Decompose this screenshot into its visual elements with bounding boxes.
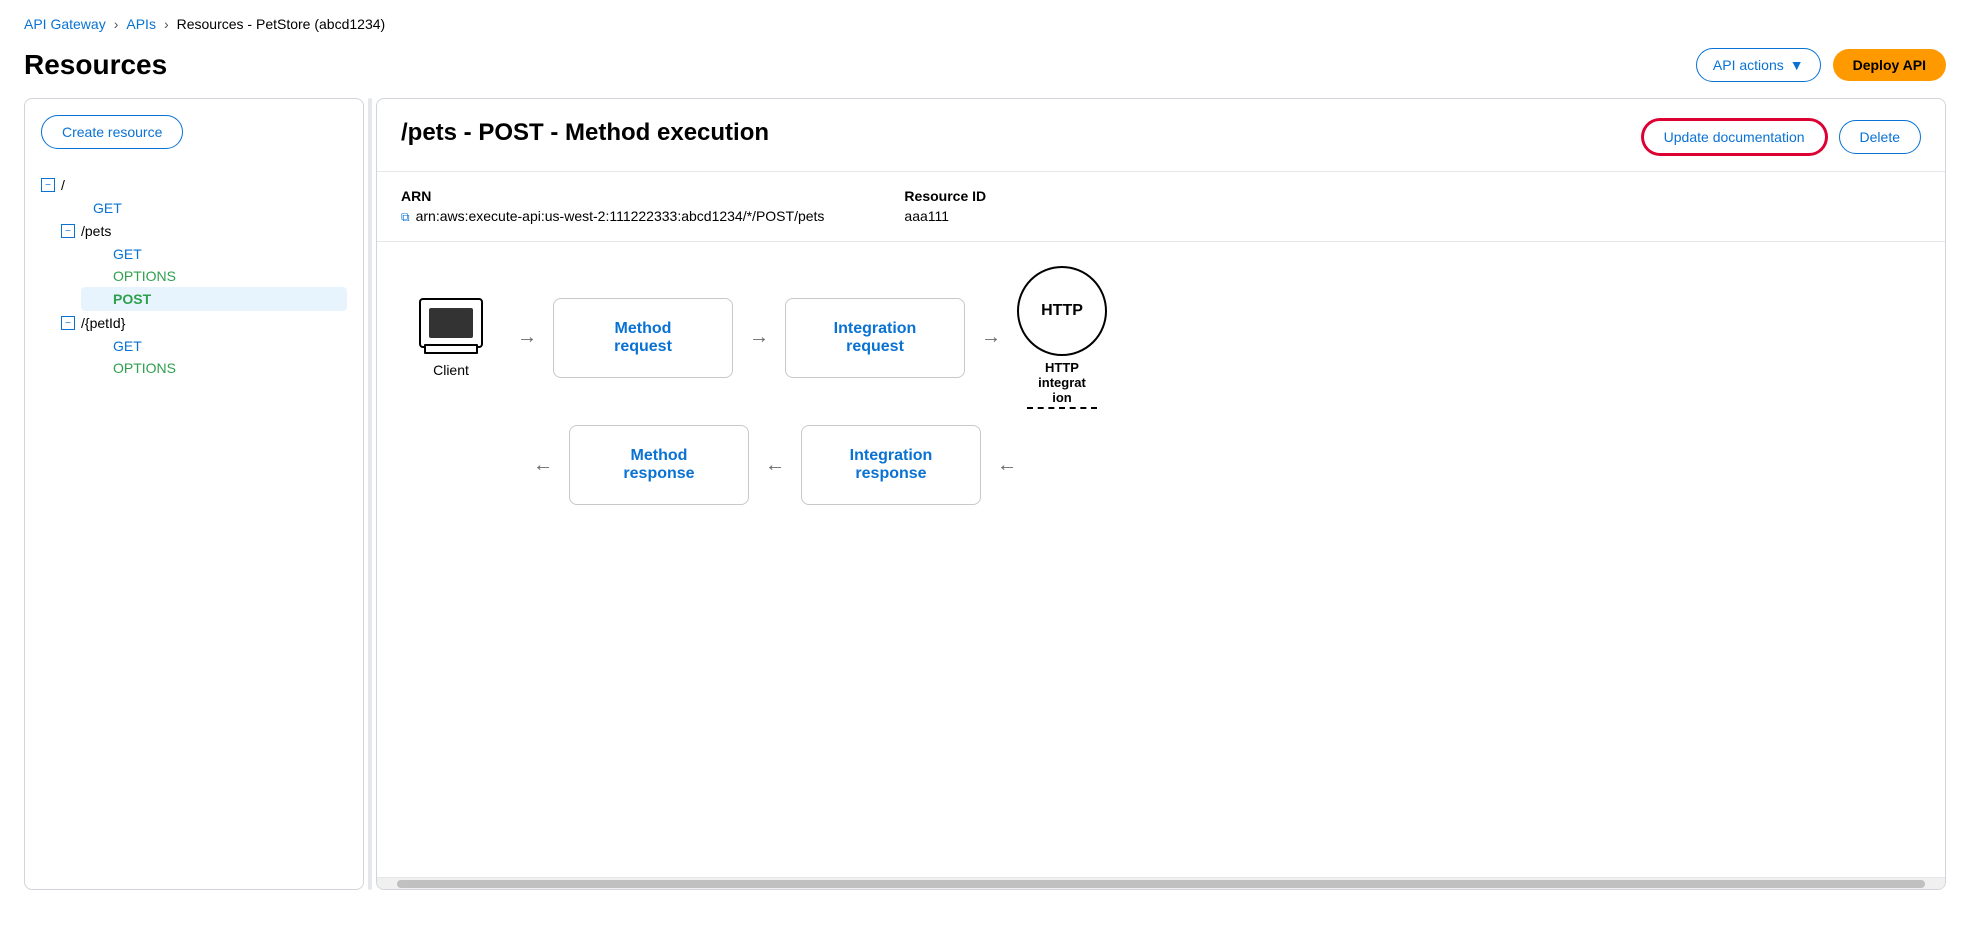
arrow-method-resp-left: ← — [533, 454, 553, 477]
arn-group: ARN ⧉ arn:aws:execute-api:us-west-2:1112… — [401, 188, 824, 225]
content-area: /pets - POST - Method execution Update d… — [376, 98, 1946, 890]
tree-label-pets: /pets — [81, 223, 111, 239]
tree-collapse-pets-icon: − — [61, 224, 75, 238]
page-title: Resources — [24, 49, 167, 81]
breadcrumb-sep-2: › — [164, 16, 169, 32]
main-layout: Create resource − / GET − /pets GET OPTI… — [0, 98, 1970, 914]
http-label: HTTP — [1041, 302, 1083, 320]
integration-response-box[interactable]: Integrationresponse — [801, 425, 981, 505]
arn-value: arn:aws:execute-api:us-west-2:111222333:… — [416, 208, 825, 224]
arrow-integration-req-to-http: → — [981, 326, 1001, 349]
update-documentation-button[interactable]: Update documentation — [1642, 119, 1827, 155]
method-response-label[interactable]: Methodresponse — [611, 435, 706, 495]
breadcrumb-api-gateway[interactable]: API Gateway — [24, 16, 106, 32]
tree-item-petid[interactable]: − /{petId} — [61, 311, 347, 335]
client-screen — [429, 308, 473, 338]
api-actions-button[interactable]: API actions ▼ — [1696, 48, 1821, 82]
tree-label-root: / — [61, 177, 65, 193]
http-integration-label: HTTPintegration — [1038, 360, 1086, 405]
arrow-integration-resp-left: ← — [765, 454, 785, 477]
chevron-down-icon: ▼ — [1790, 57, 1804, 73]
breadcrumb-current: Resources - PetStore (abcd1234) — [177, 16, 386, 32]
method-response-box[interactable]: Methodresponse — [569, 425, 749, 505]
integration-response-label[interactable]: Integrationresponse — [838, 435, 945, 495]
http-block: HTTP HTTPintegration — [1017, 266, 1107, 409]
arn-value-group: ⧉ arn:aws:execute-api:us-west-2:11122233… — [401, 208, 824, 225]
deploy-api-button[interactable]: Deploy API — [1833, 49, 1946, 81]
sidebar-resizer[interactable] — [368, 98, 372, 890]
client-label: Client — [433, 362, 469, 378]
breadcrumb-apis[interactable]: APIs — [126, 16, 156, 32]
integration-request-label[interactable]: Integrationrequest — [822, 308, 929, 368]
tree-item-pets[interactable]: − /pets — [61, 219, 347, 243]
tree-collapse-root-icon: − — [41, 178, 55, 192]
tree-method-pets-get[interactable]: GET — [81, 243, 347, 265]
diagram-container: Client → Methodrequest → Integrationrequ… — [401, 266, 1921, 505]
tree-item-root[interactable]: − / — [41, 173, 347, 197]
diagram-top-row: Client → Methodrequest → Integrationrequ… — [401, 266, 1921, 409]
resource-id-label: Resource ID — [904, 188, 986, 204]
tree-collapse-petid-icon: − — [61, 316, 75, 330]
tree-method-petid-options[interactable]: OPTIONS — [81, 357, 347, 379]
breadcrumb: API Gateway › APIs › Resources - PetStor… — [0, 0, 1970, 40]
api-actions-label: API actions — [1713, 57, 1784, 73]
content-header-actions: Update documentation Delete — [1642, 119, 1921, 155]
delete-button[interactable]: Delete — [1839, 120, 1921, 154]
create-resource-button[interactable]: Create resource — [41, 115, 183, 149]
integration-request-box[interactable]: Integrationrequest — [785, 298, 965, 378]
tree-method-root-get[interactable]: GET — [61, 197, 347, 219]
header-actions: API actions ▼ Deploy API — [1696, 48, 1946, 82]
scrollbar-thumb[interactable] — [397, 880, 1925, 888]
arrow-method-req-to-integration-req: → — [749, 326, 769, 349]
tree-method-pets-post[interactable]: POST — [81, 287, 347, 311]
sidebar: Create resource − / GET − /pets GET OPTI… — [24, 98, 364, 890]
diagram-bottom-row: ← Methodresponse ← Integrationresponse ← — [533, 425, 1921, 505]
client-icon — [419, 298, 483, 348]
execution-diagram: Client → Methodrequest → Integrationrequ… — [377, 242, 1945, 877]
resource-id-value: aaa111 — [904, 208, 986, 224]
page-header: Resources API actions ▼ Deploy API — [0, 40, 1970, 98]
client-block: Client — [401, 298, 501, 378]
copy-arn-icon[interactable]: ⧉ — [401, 210, 410, 225]
arn-section: ARN ⧉ arn:aws:execute-api:us-west-2:1112… — [377, 172, 1945, 242]
tree-method-pets-options[interactable]: OPTIONS — [81, 265, 347, 287]
http-circle: HTTP — [1017, 266, 1107, 356]
http-dashed-line — [1027, 407, 1097, 409]
method-request-box[interactable]: Methodrequest — [553, 298, 733, 378]
resource-tree: − / GET − /pets GET OPTIONS POST − /{pet… — [41, 173, 347, 379]
content-header: /pets - POST - Method execution Update d… — [377, 99, 1945, 172]
tree-label-petid: /{petId} — [81, 315, 125, 331]
arrow-http-left: ← — [997, 454, 1017, 477]
resource-id-group: Resource ID aaa111 — [904, 188, 986, 225]
arrow-client-to-method-req: → — [517, 326, 537, 349]
scrollbar-area[interactable] — [377, 877, 1945, 889]
tree-method-petid-get[interactable]: GET — [81, 335, 347, 357]
method-request-label[interactable]: Methodrequest — [602, 308, 684, 368]
breadcrumb-sep-1: › — [114, 16, 119, 32]
arn-label: ARN — [401, 188, 824, 204]
method-title: /pets - POST - Method execution — [401, 119, 769, 147]
